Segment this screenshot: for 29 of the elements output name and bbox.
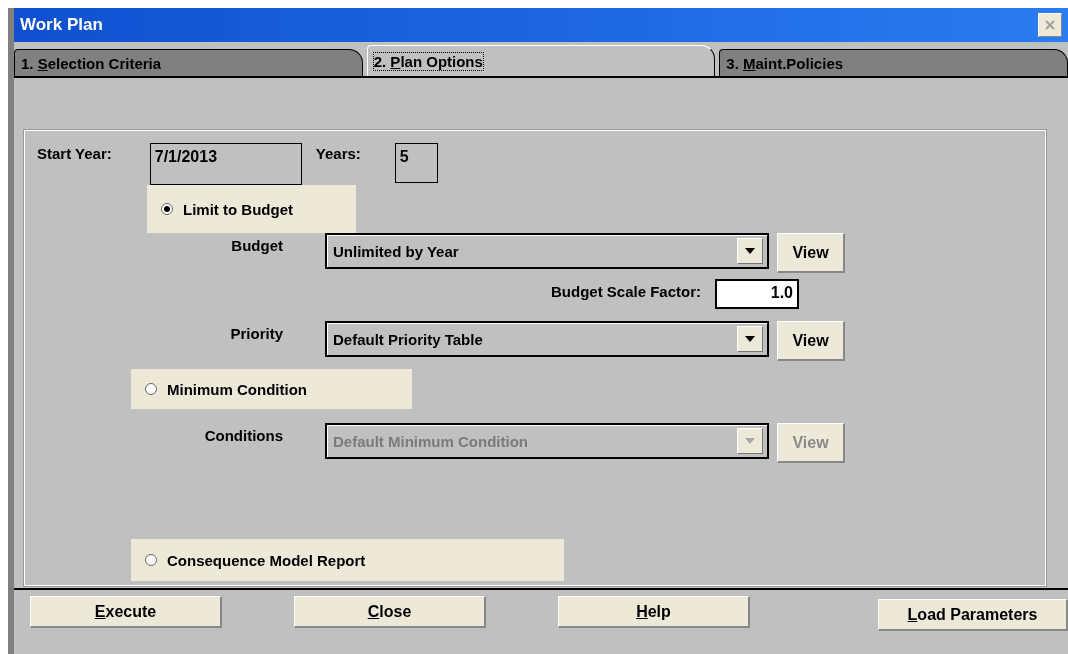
radio-button[interactable] xyxy=(145,383,157,395)
close-button[interactable] xyxy=(1038,13,1062,37)
dialog-button[interactable]: Close xyxy=(294,596,486,628)
window-title: Work Plan xyxy=(20,15,103,35)
conditions-label: Conditions xyxy=(203,427,284,444)
tab[interactable]: 3. Maint.Policies xyxy=(719,49,1068,76)
minimum-condition-option[interactable]: Minimum Condition xyxy=(131,369,412,409)
radio-button[interactable] xyxy=(145,554,157,566)
view-button[interactable]: View xyxy=(777,233,845,273)
close-icon xyxy=(1044,19,1056,31)
radio-button[interactable] xyxy=(161,203,173,215)
budget-dropdown[interactable]: Unlimited by Year xyxy=(325,233,769,269)
years-label: Years: xyxy=(315,145,361,162)
start-year-field[interactable]: 7/1/2013 xyxy=(149,143,302,185)
budget-label: Budget xyxy=(230,237,284,254)
load-parameters-button[interactable]: Load Parameters xyxy=(878,599,1068,631)
tab[interactable]: 1. Selection Criteria xyxy=(14,49,363,76)
scale-factor-field[interactable]: 1.0 xyxy=(715,279,799,309)
start-year-label: Start Year: xyxy=(37,145,112,162)
consequence-model-report-option[interactable]: Consequence Model Report xyxy=(131,539,564,581)
view-button[interactable]: View xyxy=(777,321,845,361)
dialog-button[interactable]: Execute xyxy=(30,596,222,628)
limit-to-budget-option[interactable]: Limit to Budget xyxy=(147,185,356,233)
priority-label: Priority xyxy=(229,325,284,342)
tab[interactable]: 2. Plan Options xyxy=(366,45,716,76)
budget-scale-factor-label: Budget Scale Factor: xyxy=(549,283,702,300)
dialog-button[interactable]: Help xyxy=(558,596,750,628)
priority-dropdown[interactable]: Default Priority Table xyxy=(325,321,769,357)
years-field[interactable]: 5 xyxy=(394,143,438,183)
